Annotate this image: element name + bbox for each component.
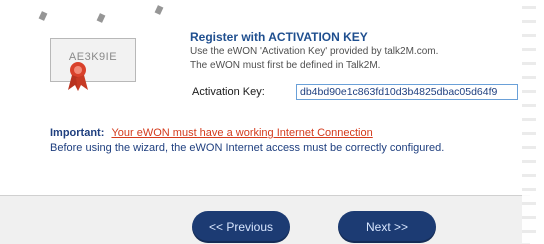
activation-key-logo: AE3K9IE [50, 38, 136, 82]
important-notice: Important: Your eWON must have a working… [50, 127, 373, 139]
internet-connection-link[interactable]: Your eWON must have a working Internet C… [111, 127, 372, 139]
wizard-panel: AE3K9IE Register with ACTIVATION KEY Use… [0, 0, 536, 244]
next-button[interactable]: Next >> [338, 211, 436, 243]
award-ribbon-icon [68, 62, 88, 91]
description-line-2: The eWON must first be defined in Talk2M… [190, 60, 381, 71]
decor-mark [38, 11, 48, 21]
important-label: Important: [50, 127, 105, 139]
activation-key-input[interactable] [296, 84, 518, 100]
page-title: Register with ACTIVATION KEY [190, 30, 368, 44]
previous-button[interactable]: << Previous [192, 211, 290, 243]
activation-key-label: Activation Key: [192, 86, 265, 98]
decor-mark [96, 13, 106, 23]
decor-mark [154, 5, 164, 15]
description-line-1: Use the eWON 'Activation Key' provided b… [190, 46, 439, 57]
before-using-text: Before using the wizard, the eWON Intern… [50, 142, 445, 154]
